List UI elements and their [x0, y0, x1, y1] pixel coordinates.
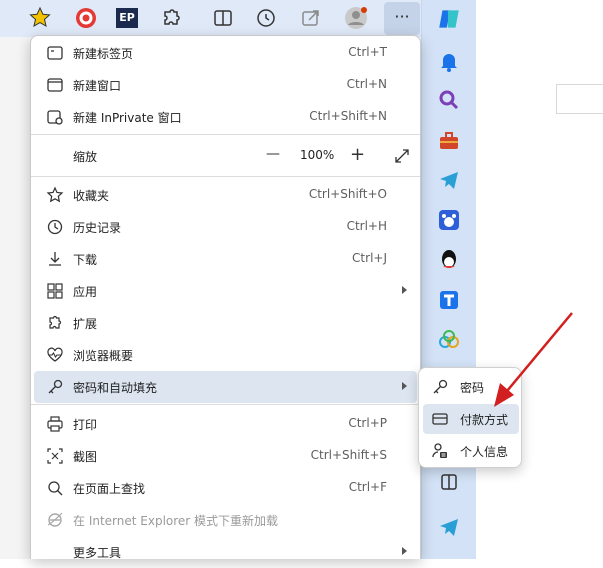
extensions-label: 扩展: [73, 317, 98, 331]
screenshot-label: 截图: [73, 450, 98, 464]
profile-icon[interactable]: [344, 6, 368, 30]
extensions-puzzle-icon: [49, 315, 62, 329]
screenshot-icon: [47, 448, 63, 464]
print-label: 打印: [73, 418, 98, 432]
zoom-value: 100%: [300, 148, 335, 162]
more-options-icon[interactable]: ···: [384, 2, 420, 35]
settings-menu: 新建标签页 Ctrl+T 新建窗口 Ctrl+N 新建 InPrivate 窗口…: [30, 35, 421, 560]
new-window-label: 新建窗口: [73, 79, 122, 93]
fullscreen-icon[interactable]: [393, 147, 411, 165]
menu-item-zoom: 缩放 — 100% +: [34, 140, 417, 172]
find-in-page-icon: [48, 481, 63, 496]
target-icon[interactable]: [74, 6, 98, 30]
chevron-right-icon: [402, 382, 407, 390]
menu-item-new-tab[interactable]: 新建标签页 Ctrl+T: [34, 37, 417, 69]
personal-info-label: 个人信息: [460, 445, 509, 459]
download-icon: [49, 252, 61, 266]
t-app-icon[interactable]: [437, 288, 461, 312]
ie-mode-label: 在 Internet Explorer 模式下重新加载: [73, 514, 279, 528]
zoom-label: 缩放: [73, 150, 98, 164]
annotation-arrow-icon: [494, 312, 573, 407]
menu-item-print[interactable]: 打印 Ctrl+P: [34, 408, 417, 440]
browser-toolbar: EP ···: [0, 0, 421, 37]
key-icon: [433, 379, 448, 394]
bell-icon[interactable]: [437, 49, 461, 73]
key-icon: [48, 379, 63, 394]
menu-item-extensions[interactable]: 扩展: [34, 307, 417, 339]
menu-item-downloads[interactable]: 下载 Ctrl+J: [34, 243, 417, 275]
sidebar-layout-icon[interactable]: [437, 470, 461, 494]
history-shortcut: Ctrl+H: [346, 219, 387, 233]
menu-item-screenshot[interactable]: 截图 Ctrl+Shift+S: [34, 440, 417, 472]
menu-item-history[interactable]: 历史记录 Ctrl+H: [34, 211, 417, 243]
menu-item-new-inprivate[interactable]: 新建 InPrivate 窗口 Ctrl+Shift+N: [34, 101, 417, 133]
new-window-shortcut: Ctrl+N: [346, 77, 387, 91]
menu-item-browser-essentials[interactable]: 浏览器概要: [34, 339, 417, 371]
new-tab-label: 新建标签页: [73, 47, 134, 61]
inprivate-icon: [47, 110, 63, 125]
zoom-out-button[interactable]: —: [266, 146, 280, 162]
heart-pulse-icon: [47, 347, 63, 362]
telegram-icon[interactable]: [437, 168, 461, 192]
credit-card-icon: [432, 413, 448, 425]
extensions-puzzle-icon[interactable]: [160, 6, 184, 30]
screenshot-shortcut: Ctrl+Shift+S: [310, 448, 387, 462]
qq-icon[interactable]: [437, 248, 461, 272]
print-shortcut: Ctrl+P: [348, 416, 387, 430]
find-label: 在页面上查找: [73, 482, 146, 496]
downloads-label: 下载: [73, 253, 98, 267]
baidu-icon[interactable]: [437, 208, 461, 232]
menu-divider: [31, 176, 420, 177]
menu-item-favorites[interactable]: 收藏夹 Ctrl+Shift+O: [34, 179, 417, 211]
history-icon[interactable]: [254, 6, 278, 30]
send-icon[interactable]: [437, 515, 461, 539]
menu-item-new-window[interactable]: 新建窗口 Ctrl+N: [34, 69, 417, 101]
menu-item-more-tools[interactable]: 更多工具: [34, 536, 417, 568]
passwords-autofill-label: 密码和自动填充: [73, 381, 158, 395]
favorites-shortcut: Ctrl+Shift+O: [308, 187, 387, 201]
ep-icon[interactable]: EP: [116, 8, 138, 28]
history-icon: [47, 219, 63, 235]
menu-item-ie-mode: 在 Internet Explorer 模式下重新加载: [34, 504, 417, 536]
copilot-icon[interactable]: [436, 6, 462, 32]
split-screen-icon[interactable]: [211, 6, 235, 30]
person-info-icon: [432, 443, 447, 458]
menu-item-passwords-autofill[interactable]: 密码和自动填充: [34, 371, 417, 403]
apps-icon: [47, 283, 63, 299]
toolbox-icon[interactable]: [437, 129, 461, 153]
chevron-right-icon: [402, 286, 407, 294]
cloud-app-icon[interactable]: [437, 328, 461, 352]
menu-divider: [31, 404, 420, 405]
zoom-in-button[interactable]: +: [350, 144, 365, 165]
web-page-content: [476, 0, 603, 559]
browser-essentials-label: 浏览器概要: [73, 349, 134, 363]
page-input-box[interactable]: [556, 84, 603, 114]
downloads-shortcut: Ctrl+J: [352, 251, 387, 265]
search-icon[interactable]: [437, 88, 461, 112]
menu-item-find[interactable]: 在页面上查找 Ctrl+F: [34, 472, 417, 504]
submenu-item-personal-info[interactable]: 个人信息: [423, 436, 519, 466]
new-inprivate-shortcut: Ctrl+Shift+N: [309, 109, 387, 123]
find-shortcut: Ctrl+F: [348, 480, 387, 494]
printer-icon: [47, 416, 63, 432]
menu-item-apps[interactable]: 应用: [34, 275, 417, 307]
menu-divider: [31, 134, 420, 135]
extension-star-icon[interactable]: [28, 6, 52, 30]
new-inprivate-label: 新建 InPrivate 窗口: [73, 111, 182, 125]
new-tab-icon: [47, 46, 63, 60]
internet-explorer-icon: [47, 512, 63, 527]
favorites-star-icon: [46, 186, 64, 203]
new-tab-shortcut: Ctrl+T: [348, 45, 387, 59]
history-label: 历史记录: [73, 221, 122, 235]
chevron-right-icon: [402, 547, 407, 555]
share-icon[interactable]: [299, 6, 323, 30]
new-window-icon: [47, 78, 63, 92]
apps-label: 应用: [73, 285, 98, 299]
favorites-label: 收藏夹: [73, 189, 110, 203]
more-tools-label: 更多工具: [73, 546, 122, 560]
